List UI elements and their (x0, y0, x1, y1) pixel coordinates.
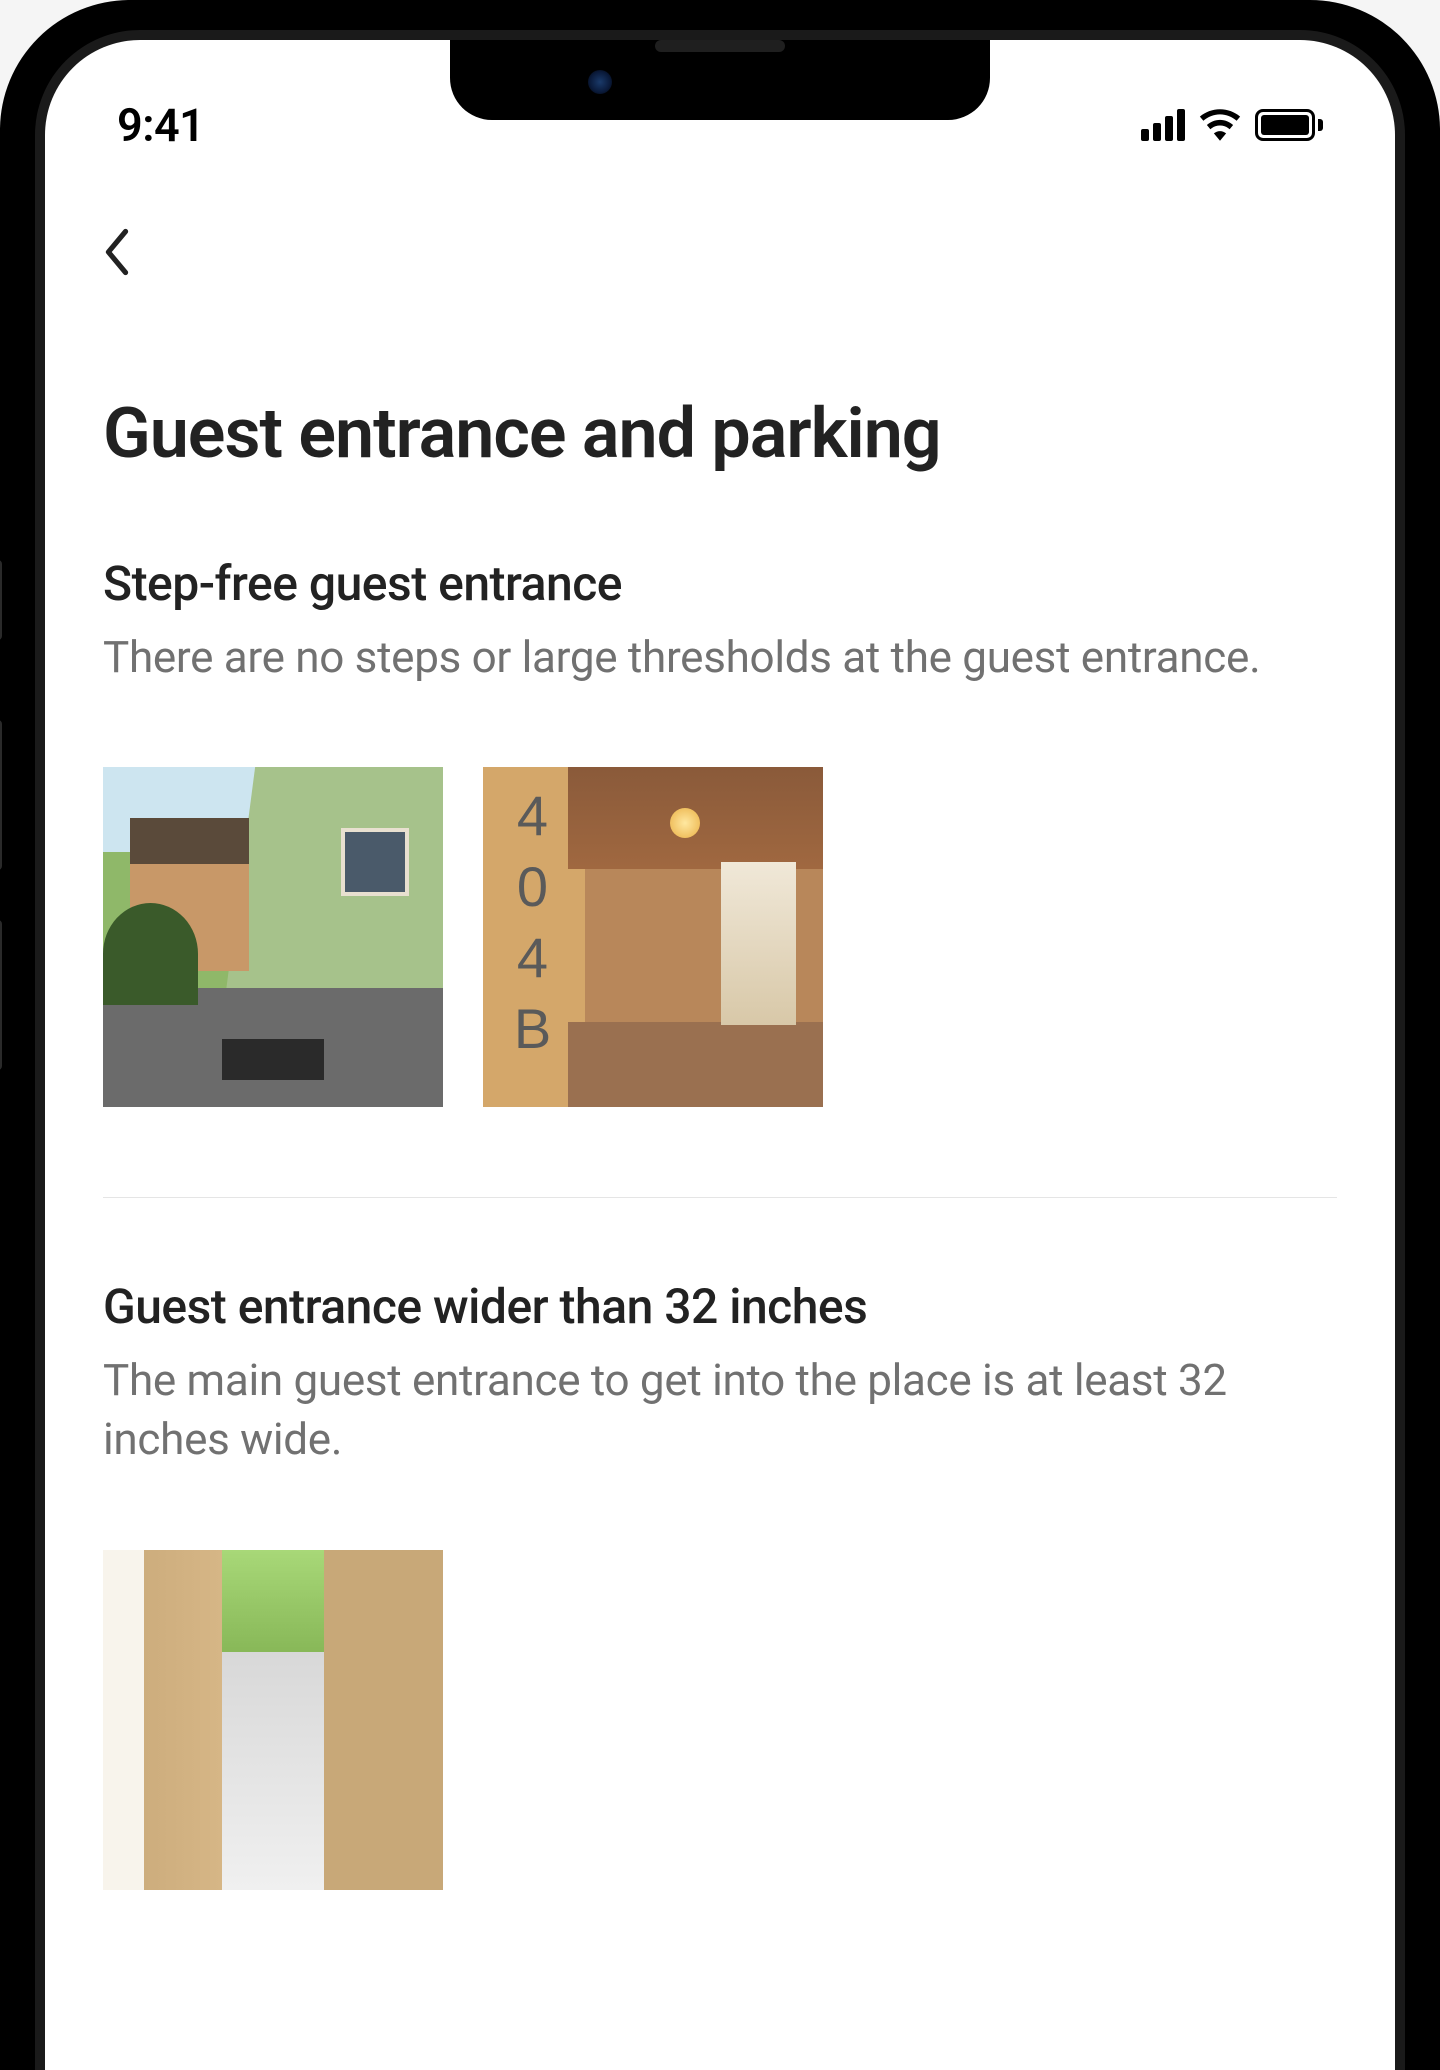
house-number-sign: 404B (500, 784, 565, 1068)
photo-row: 404B (103, 767, 1337, 1107)
accessibility-photo-thumbnail[interactable] (103, 767, 443, 1107)
feature-description: There are no steps or large thresholds a… (103, 628, 1337, 687)
phone-inner-rim: 9:41 (35, 30, 1405, 2070)
photo-row (103, 1550, 1337, 1890)
phone-screen: 9:41 (45, 40, 1395, 2070)
feature-title: Guest entrance wider than 32 inches (103, 1278, 1337, 1335)
cellular-signal-icon (1141, 109, 1185, 141)
accessibility-photo-thumbnail[interactable] (103, 1550, 443, 1890)
accessibility-photo-thumbnail[interactable]: 404B (483, 767, 823, 1107)
status-icons (1141, 109, 1323, 141)
phone-side-button (0, 560, 2, 640)
feature-description: The main guest entrance to get into the … (103, 1351, 1337, 1470)
section-divider (103, 1197, 1337, 1198)
phone-front-camera (588, 70, 612, 94)
phone-volume-down-button (0, 920, 2, 1070)
wifi-icon (1199, 109, 1241, 141)
page-content: Guest entrance and parking Step-free gue… (45, 160, 1395, 1890)
feature-section: Step-free guest entrance There are no st… (103, 555, 1337, 1107)
phone-speaker (655, 40, 785, 52)
back-button[interactable] (95, 230, 139, 274)
battery-icon (1255, 109, 1323, 141)
status-time: 9:41 (117, 99, 204, 152)
feature-section: Guest entrance wider than 32 inches The … (103, 1278, 1337, 1890)
phone-volume-up-button (0, 720, 2, 870)
chevron-left-icon (103, 228, 131, 276)
feature-title: Step-free guest entrance (103, 555, 1337, 612)
phone-notch (450, 40, 990, 120)
phone-frame: 9:41 (0, 0, 1440, 2070)
page-title: Guest entrance and parking (103, 394, 1337, 475)
